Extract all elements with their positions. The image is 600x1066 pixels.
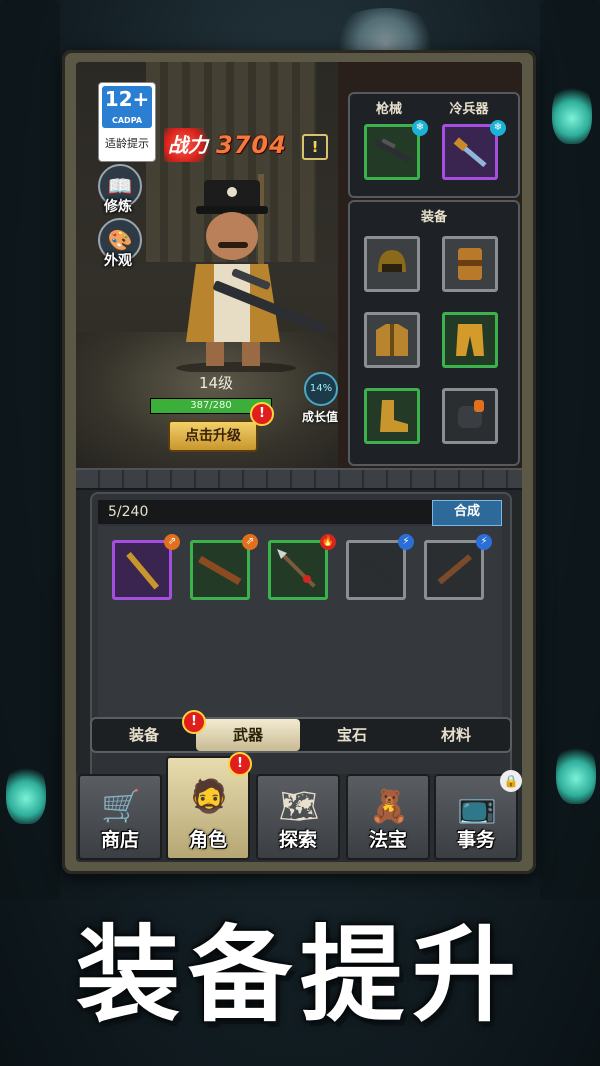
inventory-item[interactable] <box>424 540 484 600</box>
nav-character-label: 角色 <box>188 829 227 851</box>
inventory-item[interactable] <box>268 540 328 600</box>
growth-label: 成长值 <box>301 410 338 424</box>
inventory-item[interactable] <box>346 540 406 600</box>
nav-shop[interactable]: 🛒 商店 <box>78 774 162 860</box>
melee-tab[interactable]: 冷兵器 <box>434 98 504 117</box>
hero-level: 14级 <box>198 374 234 392</box>
frost-tag-icon: ❄ <box>412 120 428 136</box>
boots-slot[interactable] <box>364 388 420 444</box>
nav-shop-label: 商店 <box>100 829 139 851</box>
upgrade-tag-icon: ⇗ <box>242 534 258 550</box>
nav-explore-label: 探索 <box>278 829 317 851</box>
inventory-item[interactable] <box>190 540 250 600</box>
upgrade-alert-icon: ! <box>250 402 274 426</box>
age-rating-badge: 12+ CADPA 适龄提示 <box>98 82 156 162</box>
sniper-rifle-icon <box>374 138 411 163</box>
upgrade-button[interactable]: 点击升级 <box>168 420 258 452</box>
combat-power: 战力 3704 <box>164 128 364 162</box>
character-icon: 🧔 <box>189 777 229 815</box>
pants-slot[interactable] <box>442 312 498 368</box>
age-rating-tip: 适龄提示 <box>105 137 149 150</box>
inventory-header: 5/240 合成 <box>98 500 502 526</box>
nav-tasks[interactable]: 📺 事务 🔒 <box>434 770 522 860</box>
lock-icon: 🔒 <box>500 770 522 792</box>
weapon-panel: 枪械 冷兵器 ❄ ❄ <box>348 92 520 198</box>
boot-icon <box>380 400 408 432</box>
firearm-tab[interactable]: 枪械 <box>354 98 424 117</box>
bottom-nav: 🛒 商店 🧔 角色 ! 🗺 探索 🧸 法宝 📺 事务 🔒 <box>76 752 522 862</box>
tab-materials[interactable]: 材料 <box>404 719 508 751</box>
nav-tasks-label: 事务 <box>456 829 495 851</box>
spear-icon <box>277 549 316 588</box>
treasure-icon: 🧸 <box>369 787 409 825</box>
inventory-tabs: 装备 武器 宝石 材料 <box>90 717 512 753</box>
compose-button[interactable]: 合成 <box>432 500 502 526</box>
nav-character[interactable]: 🧔 角色 ! <box>166 752 252 860</box>
knife-icon <box>358 556 395 585</box>
section-divider <box>76 468 522 490</box>
character-alert-icon: ! <box>228 752 252 776</box>
appearance-button[interactable]: 🎨 外观 <box>98 218 148 270</box>
inventory-item[interactable] <box>112 540 172 600</box>
belt-icon <box>458 248 482 280</box>
map-icon: 🗺 <box>278 787 320 825</box>
nav-treasure[interactable]: 🧸 法宝 <box>346 774 430 860</box>
equipment-tab-alert-icon: ! <box>182 710 206 734</box>
jacket-icon <box>376 324 408 356</box>
game-screen: 12+ CADPA 适龄提示 📖 修炼 🎨 外观 战力 3704 ! 14级 3… <box>76 62 522 862</box>
equipment-panel-title: 装备 <box>420 210 447 225</box>
tab-equipment[interactable]: 装备 <box>92 719 196 751</box>
glove-icon <box>458 400 484 428</box>
nav-treasure-label: 法宝 <box>368 829 407 851</box>
shop-icon: 🛒 <box>101 787 141 825</box>
lightning-tag-icon: ⚡ <box>476 534 492 550</box>
shotgun-icon <box>198 555 242 585</box>
ghost-flame-left <box>6 760 46 824</box>
pants-icon <box>456 324 484 356</box>
growth-percent: 14% <box>304 372 338 406</box>
ghost-flame-right-top <box>552 80 592 144</box>
armor-slot[interactable] <box>364 312 420 368</box>
upgrade-tag-icon: ⇗ <box>164 534 180 550</box>
dagger-icon <box>453 137 487 168</box>
combat-power-value: 3704 <box>216 131 287 159</box>
helmet-icon <box>378 250 406 272</box>
golden-sword-icon <box>126 551 160 590</box>
tab-gems[interactable]: 宝石 <box>300 719 404 751</box>
tasks-icon: 📺 <box>457 787 497 825</box>
inventory-count: 5/240 <box>108 504 149 520</box>
ghost-flame-right-bottom <box>556 740 596 804</box>
age-rating-label: 12+ <box>104 87 150 111</box>
belt-slot[interactable] <box>442 236 498 292</box>
age-rating-org: CADPA <box>111 116 143 125</box>
gloves-slot[interactable] <box>442 388 498 444</box>
cultivate-button[interactable]: 📖 修炼 <box>98 164 148 216</box>
fire-tag-icon: 🔥 <box>320 534 336 550</box>
lightning-tag-icon: ⚡ <box>398 534 414 550</box>
hero-character[interactable] <box>156 172 336 374</box>
machete-icon <box>437 554 473 585</box>
nav-explore[interactable]: 🗺 探索 <box>256 774 340 860</box>
melee-slot[interactable] <box>442 124 498 180</box>
frost-tag-icon: ❄ <box>490 120 506 136</box>
tab-weapons[interactable]: 武器 <box>196 719 300 751</box>
inventory-grid: ⇗ ⇗ 🔥 ⚡ ⚡ <box>98 526 502 736</box>
cultivate-label: 修炼 <box>104 199 132 215</box>
helmet-slot[interactable] <box>364 236 420 292</box>
equipment-panel: 装备 <box>348 200 520 466</box>
promo-banner: 装备提升 <box>75 914 524 1036</box>
combat-power-icon: 战力 <box>164 128 212 162</box>
appearance-label: 外观 <box>104 253 132 269</box>
power-info-icon[interactable]: ! <box>302 134 328 160</box>
firearm-slot[interactable] <box>364 124 420 180</box>
